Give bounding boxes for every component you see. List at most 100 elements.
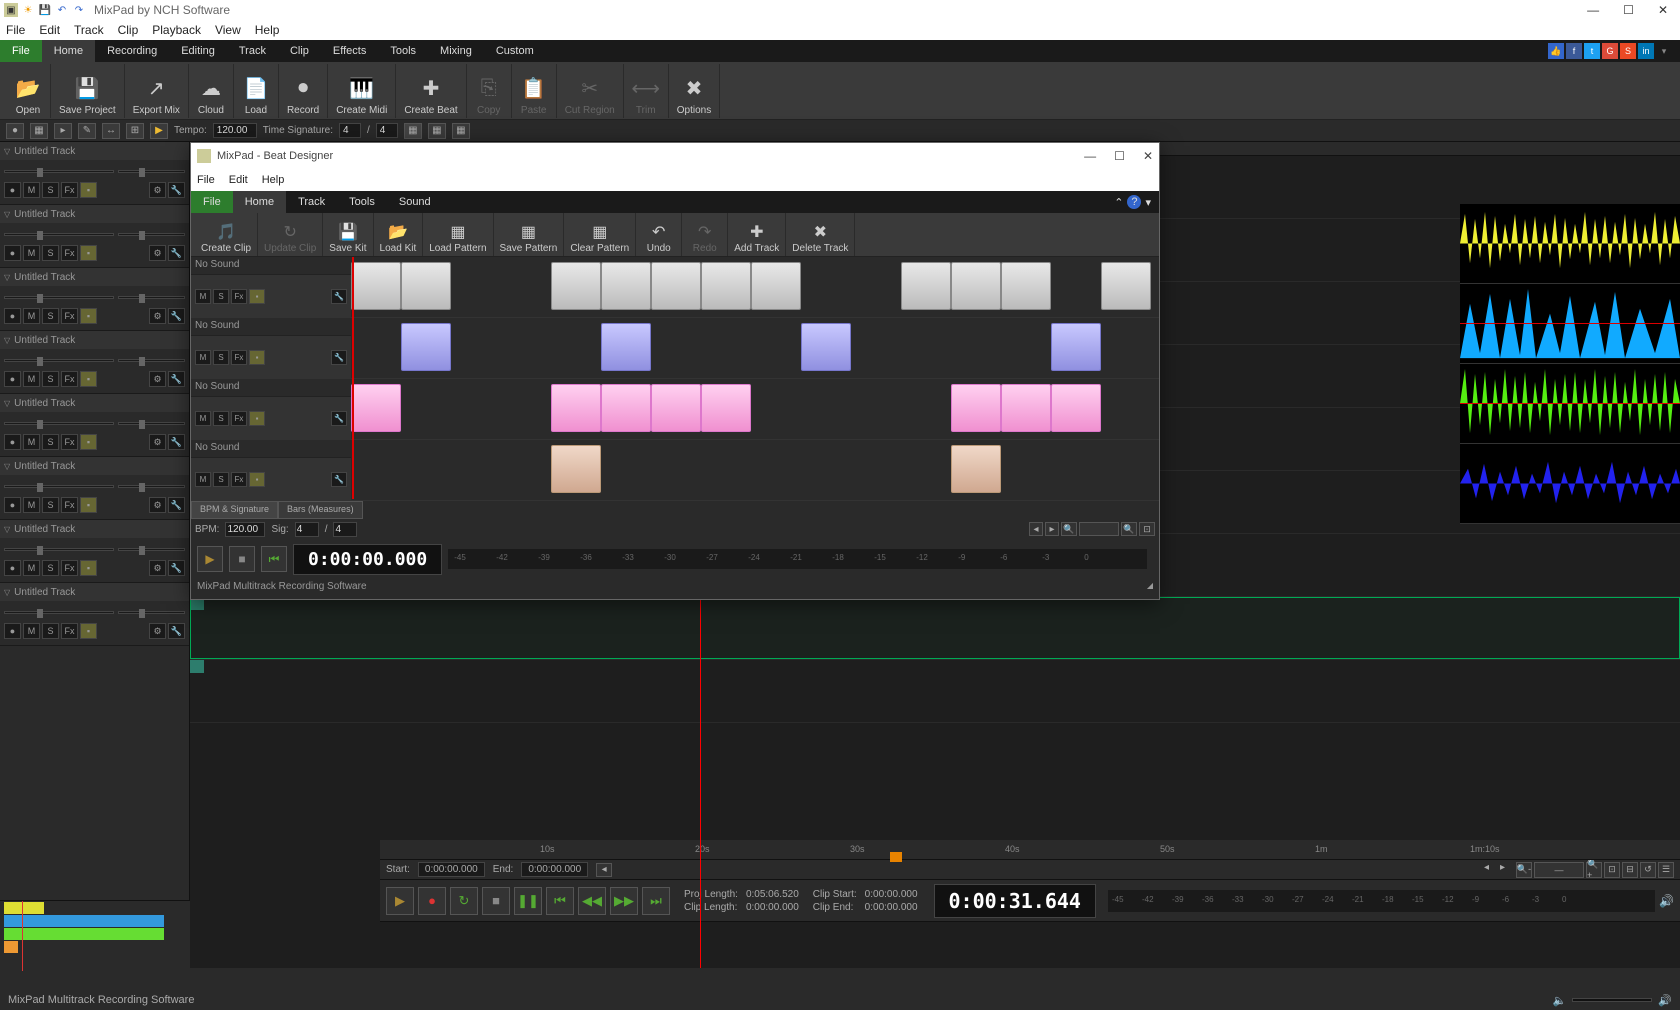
beat-sound-name[interactable]: No Sound (191, 379, 351, 397)
beat-cell-active[interactable] (801, 323, 851, 371)
color-button[interactable]: ▪ (80, 371, 97, 387)
beat-solo[interactable]: S (213, 289, 229, 304)
solo-button[interactable]: S (42, 371, 59, 387)
beat-cells-row-2[interactable] (351, 379, 1159, 439)
fx-button[interactable]: Fx (61, 497, 78, 513)
beat-color[interactable]: ▪ (249, 411, 265, 426)
mute-button[interactable]: M (23, 434, 40, 450)
bottom-ruler[interactable]: 10s20s30s40s50s1m1m:10s (380, 840, 1680, 860)
beat-cell-active[interactable] (951, 445, 1001, 493)
sig-den-input[interactable] (376, 123, 398, 138)
arm-button[interactable]: ● (4, 308, 21, 324)
beat-cell-active[interactable] (901, 262, 951, 310)
volume-icon[interactable]: 🔈 (1553, 994, 1567, 1007)
track-header[interactable]: ▽ Untitled Track (0, 394, 189, 412)
beat-cell-empty[interactable] (451, 440, 501, 500)
beat-cell-empty[interactable] (401, 440, 451, 500)
beat-footer-tab-bpm[interactable]: BPM & Signature (191, 501, 278, 519)
ribbon-create-midi-button[interactable]: 🎹Create Midi (328, 64, 396, 118)
beat-cell-active[interactable] (551, 384, 601, 432)
solo-button[interactable]: S (42, 497, 59, 513)
beat-cell-empty[interactable] (751, 318, 801, 378)
playhead-marker[interactable] (890, 852, 902, 862)
beat-cell-empty[interactable] (1101, 440, 1151, 500)
forward-end-button[interactable]: ⏭ (642, 887, 670, 915)
color-button[interactable]: ▪ (80, 308, 97, 324)
beat-cell-empty[interactable] (851, 440, 901, 500)
volume-slider[interactable] (4, 548, 114, 551)
beat-menu-edit[interactable]: Edit (229, 174, 248, 186)
automation-button[interactable]: ⚙ (149, 434, 166, 450)
menu-track[interactable]: Track (74, 23, 104, 37)
fx-button[interactable]: Fx (61, 623, 78, 639)
beat-scroll-right[interactable]: ▸ (1045, 522, 1059, 536)
solo-button[interactable]: S (42, 623, 59, 639)
fx-button[interactable]: Fx (61, 308, 78, 324)
beat-cell-empty[interactable] (1001, 318, 1051, 378)
beat-solo[interactable]: S (213, 472, 229, 487)
volume-slider[interactable] (4, 296, 114, 299)
mute-button[interactable]: M (23, 182, 40, 198)
opt-view-1[interactable]: ▦ (404, 123, 422, 139)
beat-color[interactable]: ▪ (249, 289, 265, 304)
track-name[interactable]: Untitled Track (14, 146, 75, 157)
beat-cell-empty[interactable] (651, 318, 701, 378)
beat-cell-empty[interactable] (801, 440, 851, 500)
beat-cell-empty[interactable] (1101, 379, 1151, 439)
automation-button[interactable]: ⚙ (149, 497, 166, 513)
pan-slider[interactable] (118, 422, 185, 425)
beat-mute[interactable]: M (195, 472, 211, 487)
beat-rewind-button[interactable]: ⏮ (261, 546, 287, 572)
beat-cell-active[interactable] (601, 323, 651, 371)
pause-button[interactable]: ❚❚ (514, 887, 542, 915)
undo-icon[interactable]: ↶ (55, 3, 69, 17)
beat-cells-row-0[interactable] (351, 257, 1159, 317)
record-button[interactable]: ● (418, 887, 446, 915)
track-header[interactable]: ▽ Untitled Track (0, 457, 189, 475)
rewind-start-button[interactable]: ⏮ (546, 887, 574, 915)
pan-slider[interactable] (118, 548, 185, 551)
volume-slider[interactable] (4, 611, 114, 614)
beat-cell-empty[interactable] (701, 440, 751, 500)
beat-cell-empty[interactable] (751, 440, 801, 500)
color-button[interactable]: ▪ (80, 245, 97, 261)
maximize-button[interactable]: ☐ (1623, 3, 1634, 17)
track-name[interactable]: Untitled Track (14, 272, 75, 283)
beat-cell-empty[interactable] (501, 440, 551, 500)
zoom-fit[interactable]: ⊡ (1604, 862, 1620, 878)
ribbon-save-project-button[interactable]: 💾Save Project (51, 64, 125, 118)
collapse-icon[interactable]: ▽ (4, 273, 10, 282)
color-button[interactable]: ▪ (80, 434, 97, 450)
fx-button[interactable]: Fx (61, 182, 78, 198)
beat-stop-button[interactable]: ■ (229, 546, 255, 572)
opt-view-3[interactable]: ▦ (452, 123, 470, 139)
opt-view-2[interactable]: ▦ (428, 123, 446, 139)
beat-cell-active[interactable] (701, 262, 751, 310)
hscroll-right[interactable]: ▸ (1500, 862, 1514, 878)
opt-btn-2[interactable]: ▦ (30, 123, 48, 139)
pan-slider[interactable] (118, 359, 185, 362)
close-button[interactable]: ✕ (1658, 3, 1668, 17)
beat-settings[interactable]: 🔧 (331, 472, 347, 487)
ribbon-options-button[interactable]: ✖Options (669, 64, 720, 118)
beat-cell-active[interactable] (751, 262, 801, 310)
settings-button[interactable]: 🔧 (168, 308, 185, 324)
beat-cell-active[interactable] (551, 445, 601, 493)
social-fb-icon[interactable]: f (1566, 43, 1582, 59)
menu-help[interactable]: Help (255, 23, 280, 37)
beat-cell-active[interactable] (551, 262, 601, 310)
collapse-icon[interactable]: ▽ (4, 336, 10, 345)
color-button[interactable]: ▪ (80, 182, 97, 198)
track-name[interactable]: Untitled Track (14, 587, 75, 598)
beat-cell-empty[interactable] (851, 318, 901, 378)
hscroll-left[interactable]: ◂ (1484, 862, 1498, 878)
fx-button[interactable]: Fx (61, 245, 78, 261)
beat-cell-empty[interactable] (1101, 318, 1151, 378)
beat-cell-empty[interactable] (451, 379, 501, 439)
beat-cell-empty[interactable] (901, 318, 951, 378)
collapse-icon[interactable]: ▽ (4, 210, 10, 219)
fx-button[interactable]: Fx (61, 434, 78, 450)
automation-button[interactable]: ⚙ (149, 560, 166, 576)
track-header[interactable]: ▽ Untitled Track (0, 331, 189, 349)
beat-cell-empty[interactable] (701, 318, 751, 378)
